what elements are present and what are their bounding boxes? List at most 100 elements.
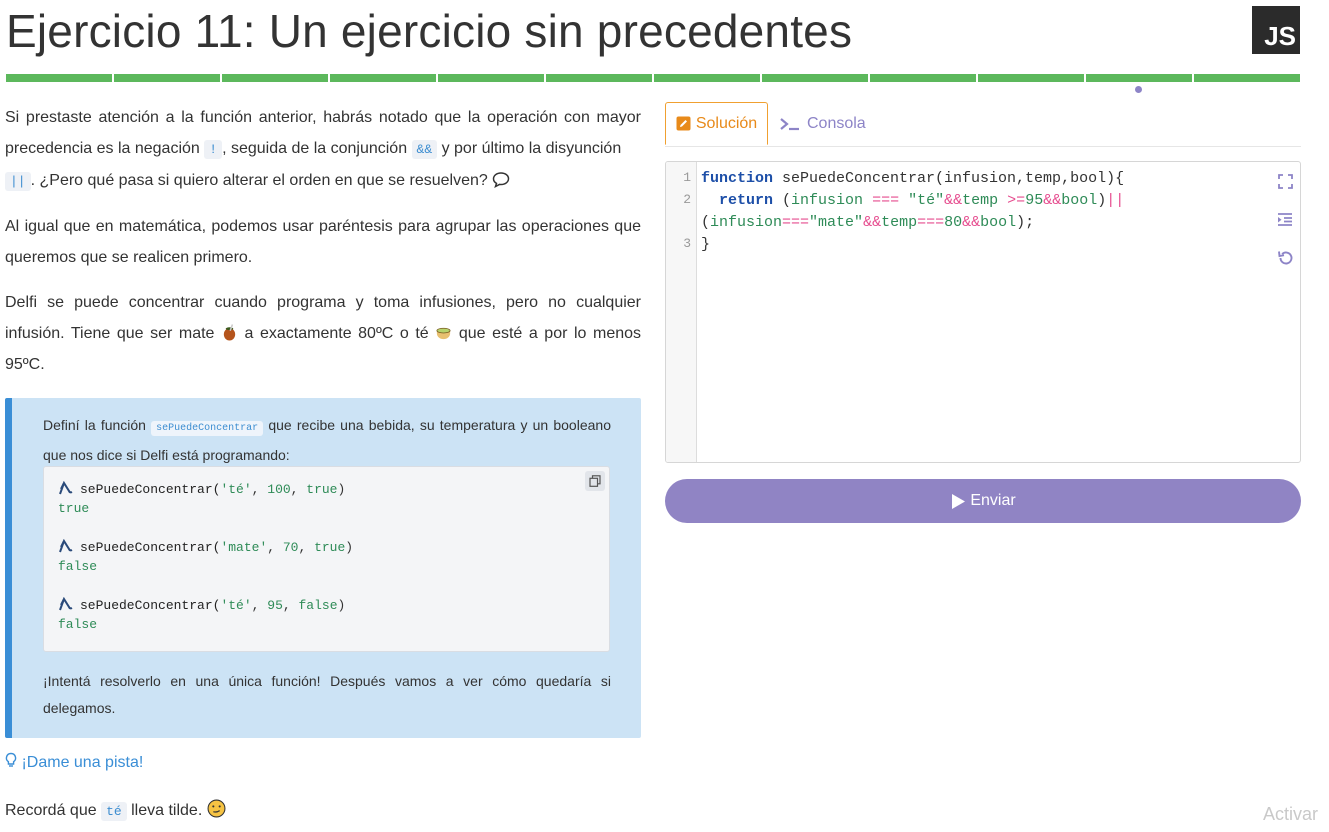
lambda-prompt-icon: [59, 539, 73, 553]
code-token: temp: [881, 214, 918, 231]
example-arg: 'té': [220, 482, 252, 497]
format-code-button[interactable]: [1276, 210, 1294, 228]
progress-segment[interactable]: [438, 74, 544, 82]
code-line: function sePuedeConcentrar(infusion,temp…: [701, 168, 1124, 190]
mate-icon: [223, 324, 236, 341]
example-sep: ,: [282, 598, 299, 613]
example-result: true: [58, 501, 90, 516]
copy-icon: [589, 475, 601, 487]
code-token: );: [1016, 214, 1035, 231]
fullscreen-button[interactable]: [1276, 172, 1294, 190]
activation-watermark: Activar: [1263, 804, 1319, 824]
submit-button[interactable]: Enviar: [665, 479, 1301, 523]
lambda-prompt-icon: [59, 597, 73, 611]
code-number: 95: [1025, 192, 1044, 209]
current-exercise-indicator: [1135, 86, 1142, 93]
task-text: Definí la función: [43, 417, 152, 433]
reminder-text: Recordá que té lleva tilde.: [5, 799, 226, 824]
progress-segment[interactable]: [222, 74, 328, 82]
code-string: "mate": [809, 214, 864, 231]
lambda-prompt-icon: [59, 481, 73, 495]
intro-text: . ¿Pero qué pasa si quiero alterar el or…: [30, 172, 488, 189]
example-call: sePuedeConcentrar('mate', 70, true): [58, 538, 353, 557]
code-te: té: [101, 802, 127, 821]
task-box: Definí la función sePuedeConcentrar que …: [5, 398, 641, 738]
example-sep: ,: [267, 540, 283, 555]
progress-segment[interactable]: [1194, 74, 1300, 82]
indent-icon: [1278, 212, 1292, 226]
thought-bubble-icon: [492, 172, 510, 188]
progress-segment[interactable]: [114, 74, 220, 82]
progress-segment[interactable]: [6, 74, 112, 82]
code-operator: ||: [1106, 192, 1125, 209]
task-footer: ¡Intentá resolverlo en una única función…: [43, 673, 611, 716]
tab-solution[interactable]: Solución: [665, 102, 768, 145]
progress-segment[interactable]: [654, 74, 760, 82]
example-arg: false: [298, 598, 338, 613]
progress-segment[interactable]: [762, 74, 868, 82]
copy-button[interactable]: [585, 471, 605, 491]
reminder-part: lleva tilde.: [126, 802, 203, 819]
code-token: (: [701, 214, 711, 231]
tab-solution-label: Solución: [695, 114, 758, 132]
edit-icon: [676, 116, 691, 131]
lightbulb-icon: [5, 752, 17, 767]
example-3: sePuedeConcentrar('té', 95, false) false: [58, 596, 345, 634]
code-token: bool: [980, 214, 1017, 231]
example-sep: ): [337, 482, 346, 497]
progress-segment[interactable]: [546, 74, 652, 82]
line-number: 2: [683, 192, 691, 207]
tab-console[interactable]: Consola: [779, 102, 866, 145]
code-not: !: [204, 140, 223, 159]
code-token: infusion: [710, 214, 783, 231]
code-token: bool: [1061, 192, 1098, 209]
tab-console-label: Consola: [807, 114, 866, 132]
progress-segment[interactable]: [330, 74, 436, 82]
example-arg: 100: [267, 482, 291, 497]
example-sep: ): [337, 598, 346, 613]
language-badge: JS: [1252, 6, 1300, 54]
example-sep: ,: [298, 540, 315, 555]
hint-label: ¡Dame una pista!: [21, 754, 144, 771]
code-operator: &&: [863, 214, 882, 231]
example-result: false: [58, 617, 98, 632]
example-sep: ,: [290, 482, 307, 497]
editor-tabs: Solución Consola: [665, 102, 1301, 147]
code-keyword: function: [701, 170, 774, 187]
example-call: sePuedeConcentrar('té', 95, false): [58, 596, 345, 615]
code-editor[interactable]: 1 2 3 function sePuedeConcentrar(infusio…: [665, 161, 1301, 463]
code-operator: &&: [1043, 192, 1062, 209]
progress-segment[interactable]: [978, 74, 1084, 82]
progress-segment[interactable]: [870, 74, 976, 82]
play-icon: [952, 493, 966, 509]
example-arg: 70: [282, 540, 299, 555]
hint-link[interactable]: ¡Dame una pista!: [5, 751, 143, 775]
example-fn: sePuedeConcentrar(: [80, 540, 221, 555]
exercise-progress-bar: [6, 74, 1300, 82]
task-description: Definí la función sePuedeConcentrar que …: [43, 412, 611, 469]
example-arg: true: [314, 540, 346, 555]
reset-code-button[interactable]: [1276, 248, 1294, 266]
intro-text: y por último la disyunción: [437, 140, 622, 157]
code-content[interactable]: function sePuedeConcentrar(infusion,temp…: [701, 168, 1124, 256]
reminder-part: Recordá que: [5, 802, 102, 819]
example-arg: 'mate': [220, 540, 268, 555]
submit-label: Enviar: [970, 492, 1016, 509]
code-token: temp: [962, 192, 999, 209]
code-token: infusion: [791, 192, 864, 209]
exercise-description: Si prestaste atención a la función anter…: [5, 102, 641, 394]
example-arg: 'té': [220, 598, 252, 613]
code-line: return (infusion === "té"&&temp >=95&&bo…: [701, 190, 1124, 212]
example-arg: 95: [267, 598, 283, 613]
code-or: ||: [5, 172, 31, 191]
example-1: sePuedeConcentrar('té', 100, true) true: [58, 480, 345, 518]
code-token: (: [773, 192, 792, 209]
progress-segment-current[interactable]: [1086, 74, 1192, 82]
code-token: sePuedeConcentrar(infusion,temp,bool){: [773, 170, 1125, 187]
code-line: (infusion==="mate"&&temp===80&&bool);: [701, 212, 1124, 234]
terminal-icon: [780, 117, 799, 130]
line-number-gutter: 1 2 3: [666, 162, 697, 462]
code-and: &&: [411, 140, 438, 159]
